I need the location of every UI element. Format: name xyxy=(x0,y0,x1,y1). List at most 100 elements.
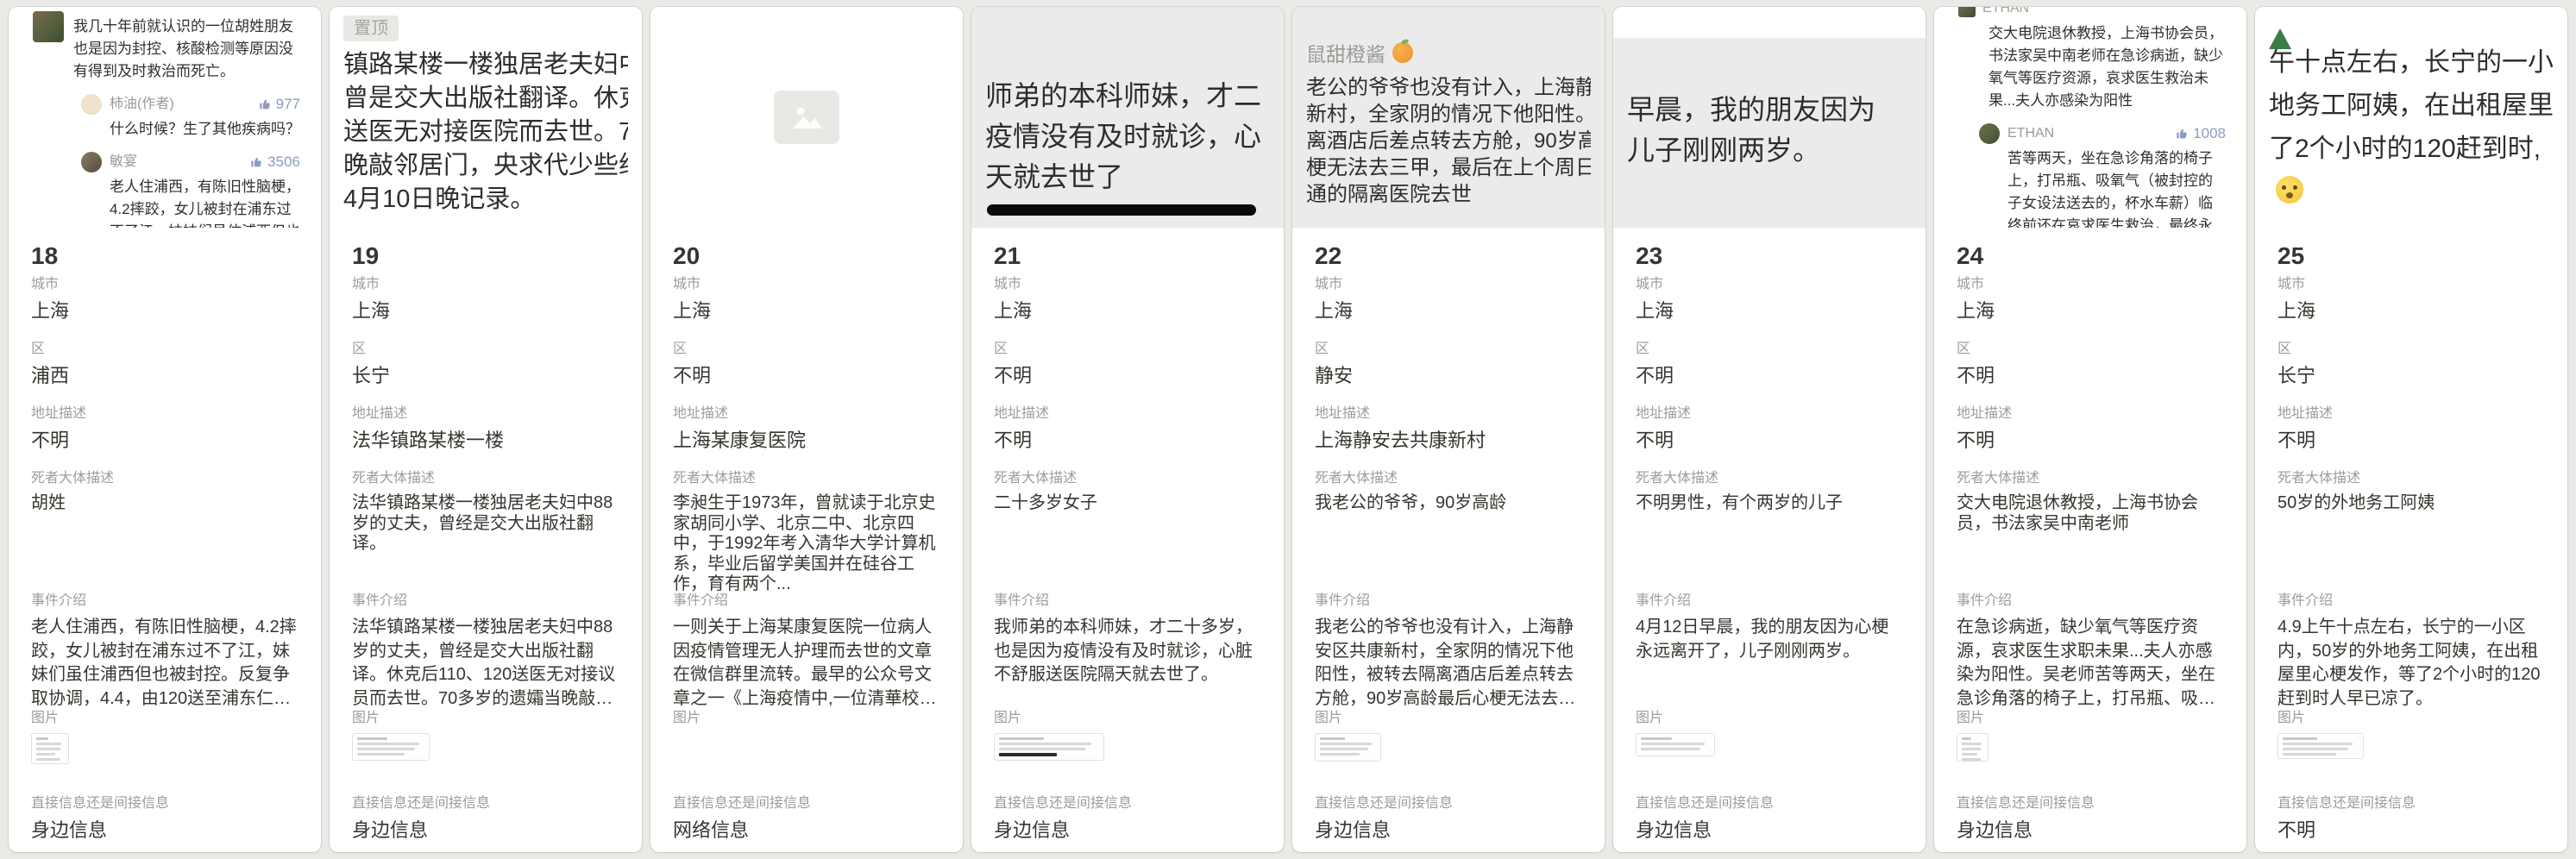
field-deceased: 死者大体描述 法华镇路某楼一楼独居老夫妇中88岁的丈夫，曾经是交大出版社翻译。 xyxy=(352,470,619,593)
thumbnail-text-line xyxy=(1962,743,1982,745)
card-number: 19 xyxy=(352,241,619,271)
field-value-event: 法华镇路某楼一楼独居老夫妇中88岁的丈夫，曾经是交大出版社翻译。休克后110、1… xyxy=(352,616,619,710)
post-text-line: 师弟的本科师妹，才二 xyxy=(985,76,1270,116)
card-number: 20 xyxy=(673,241,940,271)
field-label-district: 区 xyxy=(994,341,1261,358)
thumbnail-text-line xyxy=(36,743,61,745)
field-label-address: 地址描述 xyxy=(31,405,298,423)
like-count: 1008 xyxy=(2176,122,2226,145)
like-count: 3506 xyxy=(250,151,300,173)
field-info-type: 直接信息还是间接信息 网络信息 xyxy=(673,795,940,843)
reply-header: 敏宴3506 xyxy=(81,151,300,173)
field-city: 城市 上海 xyxy=(673,276,940,341)
wechat-thread-screenshot: ETHAN 交大电院退休教授，上海书协会员，书法家吴中南老师在急诊病逝，缺少氧气等… xyxy=(1934,7,2246,228)
field-value-deceased: 交大电院退休教授，上海书协会员，书法家吴中南老师 xyxy=(1957,493,2224,534)
field-value-address: 不明 xyxy=(31,429,298,453)
field-deceased: 死者大体描述 交大电院退休教授，上海书协会员，书法家吴中南老师 xyxy=(1957,470,2224,593)
reply-author-name: ETHAN xyxy=(2007,122,2054,145)
post-text-line: 曾是交大出版社翻译。休克 xyxy=(343,82,628,116)
field-address: 地址描述 不明 xyxy=(2278,405,2545,470)
field-label-address: 地址描述 xyxy=(352,405,619,423)
field-value-city: 上海 xyxy=(31,299,298,323)
thumbnail-text-line xyxy=(357,737,387,740)
field-label-city: 城市 xyxy=(994,276,1261,293)
card-body: 20 城市 上海 区 不明 地址描述 上海某康复医院 死者大体描述 李昶生于19… xyxy=(650,228,963,852)
commenter-name: ETHAN xyxy=(1982,7,2029,19)
field-value-city: 上海 xyxy=(994,299,1261,323)
avatar xyxy=(33,11,64,42)
thumbnail-text-line xyxy=(1641,748,1700,750)
card-cover-image: ETHAN 交大电院退休教授，上海书协会员，书法家吴中南老师在急诊病逝，缺少氧气等… xyxy=(1934,7,2246,228)
field-label-info-type: 直接信息还是间接信息 xyxy=(2278,795,2545,812)
field-label-info-type: 直接信息还是间接信息 xyxy=(31,795,298,812)
field-label-event: 事件介绍 xyxy=(1315,593,1582,610)
field-label-district: 区 xyxy=(2278,341,2545,358)
gallery-card[interactable]: 20 城市 上海 区 不明 地址描述 上海某康复医院 死者大体描述 李昶生于19… xyxy=(650,7,963,852)
field-district: 区 不明 xyxy=(1957,341,2224,405)
like-count: 977 xyxy=(259,93,300,116)
gallery-card[interactable]: 师弟的本科师妹，才二疫情没有及时就诊，心天就去世了 21 城市 上海 区 不明 … xyxy=(971,7,1284,852)
field-city: 城市 上海 xyxy=(1636,276,1903,341)
thumbnail-text-line xyxy=(36,758,60,761)
like-count-value: 3506 xyxy=(267,151,300,173)
avatar xyxy=(1979,123,2000,144)
field-label-deceased: 死者大体描述 xyxy=(1636,470,1903,487)
main-comment-text: 交大电院退休教授，上海书协会员，书法家吴中南老师在急诊病逝，缺少氧气等医疗资源，… xyxy=(1989,22,2226,112)
thumbnail-text-line xyxy=(999,737,1044,740)
thumbnail-text-line xyxy=(1641,737,1672,740)
gallery-card[interactable]: 午十点左右，长宁的一小地务工阿姨，在出租屋里了2个小时的120赶到时, 25 城… xyxy=(2255,7,2567,852)
thumb-up-like-icon xyxy=(259,97,273,111)
thumbnail-text-line xyxy=(999,748,1085,750)
gallery-card[interactable]: 早晨，我的朋友因为儿子刚刚两岁。 23 城市 上海 区 不明 地址描述 不明 死… xyxy=(1613,7,1926,852)
field-info-type: 直接信息还是间接信息 身边信息 xyxy=(352,795,619,843)
field-event: 事件介绍 4.9上午十点左右，长宁的一小区内，50岁的外地务工阿姨，在出租屋里心… xyxy=(2278,593,2545,710)
reply-text: 什么时候？生了其他疾病吗？ xyxy=(110,118,300,141)
gallery-card[interactable]: ETHAN 交大电院退休教授，上海书协会员，书法家吴中南老师在急诊病逝，缺少氧气等… xyxy=(1934,7,2246,852)
thumbnail-text-line xyxy=(2283,743,2353,745)
field-address: 地址描述 不明 xyxy=(1636,405,1903,470)
field-value-deceased: 50岁的外地务工阿姨 xyxy=(2278,493,2545,514)
field-district: 区 长宁 xyxy=(352,341,619,405)
thumbnail-text-line xyxy=(1641,743,1705,745)
field-address: 地址描述 不明 xyxy=(1957,405,2224,470)
card-body: 23 城市 上海 区 不明 地址描述 不明 死者大体描述 不明男性，有个两岁的儿… xyxy=(1613,228,1926,852)
reply-text: 苦等两天，坐在急诊角落的椅子上，打吊瓶、吸氧气（被封控的子女设法送去的，杯水车薪… xyxy=(2007,147,2226,228)
field-label-event: 事件介绍 xyxy=(352,593,619,610)
field-value-deceased: 李昶生于1973年，曾就读于北京史家胡同小学、北京二中、北京四中，于1992年考… xyxy=(673,493,940,593)
gallery-card[interactable]: 置顶镇路某楼一楼独居老夫妇中曾是交大出版社翻译。休克送医无对接医院而去世。70晚… xyxy=(330,7,642,852)
card-number: 21 xyxy=(994,241,1261,271)
card-body: 21 城市 上海 区 不明 地址描述 不明 死者大体描述 二十多岁女子 事件介绍… xyxy=(971,228,1284,852)
field-info-type: 直接信息还是间接信息 不明 xyxy=(2278,795,2545,843)
field-value-info-type: 身边信息 xyxy=(1315,818,1582,843)
field-label-district: 区 xyxy=(31,341,298,358)
field-event: 事件介绍 法华镇路某楼一楼独居老夫妇中88岁的丈夫，曾经是交大出版社翻译。休克后… xyxy=(352,593,619,710)
post-text-line: 疫情没有及时就诊，心 xyxy=(985,116,1270,157)
field-value-info-type: 身边信息 xyxy=(352,818,619,843)
thumbnail-text-line xyxy=(1320,748,1368,750)
pinned-badge: 置顶 xyxy=(343,16,399,41)
thumbnail-text-line xyxy=(1320,743,1372,745)
clipped-comment-header: ETHAN xyxy=(1958,7,2226,19)
mini-screenshot-thumbnail xyxy=(994,733,1104,761)
field-value-info-type: 身边信息 xyxy=(1957,818,2224,843)
thumbnail-text-line xyxy=(2283,748,2348,750)
image-thumbnail-area xyxy=(352,733,619,761)
field-label-event: 事件介绍 xyxy=(994,593,1261,610)
field-label-image: 图片 xyxy=(673,710,940,727)
field-value-address: 不明 xyxy=(2278,429,2545,453)
field-value-address: 上海某康复医院 xyxy=(673,429,940,453)
field-address: 地址描述 上海某康复医院 xyxy=(673,405,940,470)
card-body: 24 城市 上海 区 不明 地址描述 不明 死者大体描述 交大电院退休教授，上海… xyxy=(1934,228,2246,852)
reply-text: 老人住浦西，有陈旧性脑梗，4.2摔跤，女儿被封在浦东过不了江，妹妹们虽住浦西但也… xyxy=(110,176,300,228)
field-district: 区 不明 xyxy=(994,341,1261,405)
image-thumbnail-area xyxy=(2278,733,2545,759)
main-comment-text: 我几十年前就认识的一位胡姓朋友也是因为封控、核酸检测等原因没有得到及时救治而死亡… xyxy=(73,16,300,83)
thumbnail-text-line xyxy=(1320,753,1360,756)
social-post-screenshot: 师弟的本科师妹，才二疫情没有及时就诊，心天就去世了 xyxy=(971,7,1284,228)
thumbnail-text-line xyxy=(1962,753,1977,756)
gallery-card[interactable]: 鼠甜橙酱老公的爷爷也没有计入，上海静新村，全家阴的情况下他阳性。离酒店后差点转去… xyxy=(1292,7,1605,852)
thumbnail-text-line xyxy=(36,748,60,750)
photo-glyph-icon xyxy=(789,103,824,132)
post-text-line: 午十点左右，长宁的一小 xyxy=(2269,41,2554,85)
gallery-card[interactable]: 我几十年前就认识的一位胡姓朋友也是因为封控、核酸检测等原因没有得到及时救治而死亡… xyxy=(9,7,321,852)
